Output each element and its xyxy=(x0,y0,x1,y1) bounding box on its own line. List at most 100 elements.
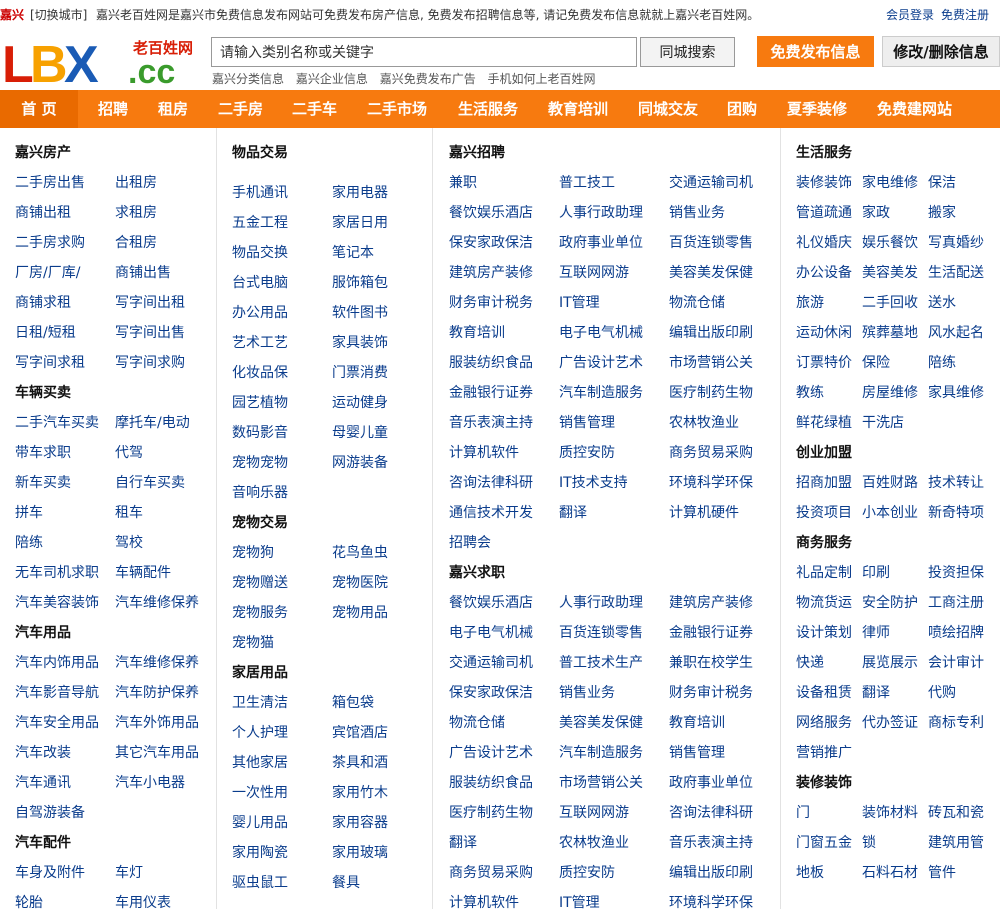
category-link[interactable]: 锁 xyxy=(862,832,876,852)
category-link[interactable]: 广告设计艺术 xyxy=(449,742,533,762)
category-link[interactable]: 网络服务 xyxy=(796,712,852,732)
category-link[interactable]: 带车求职 xyxy=(15,442,71,462)
category-link[interactable]: 运动休闲 xyxy=(796,322,852,342)
category-link[interactable]: 翻译 xyxy=(559,502,587,522)
switch-city-link[interactable]: [切换城市] xyxy=(30,0,87,30)
nav-item[interactable]: 二手房 xyxy=(218,90,263,128)
category-link[interactable]: 保洁 xyxy=(928,172,956,192)
category-link[interactable]: 管件 xyxy=(928,862,956,882)
category-link[interactable]: 母婴儿童 xyxy=(332,422,388,442)
category-link[interactable]: 兼职 xyxy=(449,172,477,192)
category-link[interactable]: 计算机软件 xyxy=(449,442,519,462)
category-link[interactable]: 计算机硬件 xyxy=(669,502,739,522)
category-link[interactable]: 生活配送 xyxy=(928,262,984,282)
category-link[interactable]: 二手房出售 xyxy=(15,172,85,192)
category-link[interactable]: 餐饮娱乐酒店 xyxy=(449,592,533,612)
category-link[interactable]: 金融银行证券 xyxy=(449,382,533,402)
category-link[interactable]: 一次性用 xyxy=(232,782,288,802)
category-link[interactable]: 销售管理 xyxy=(559,412,615,432)
category-link[interactable]: 石料石材 xyxy=(862,862,918,882)
category-link[interactable]: 家电维修 xyxy=(862,172,918,192)
category-link[interactable]: 商务贸易采购 xyxy=(669,442,753,462)
category-link[interactable]: 商标专利 xyxy=(928,712,984,732)
category-link[interactable]: 设备租赁 xyxy=(796,682,852,702)
category-link[interactable]: 教练 xyxy=(796,382,824,402)
category-link[interactable]: 二手汽车买卖 xyxy=(15,412,99,432)
category-link[interactable]: 销售业务 xyxy=(559,682,615,702)
category-link[interactable]: 新车买卖 xyxy=(15,472,71,492)
category-link[interactable]: 管道疏通 xyxy=(796,202,852,222)
category-link[interactable]: IT管理 xyxy=(559,892,600,912)
category-link[interactable]: 人事行政助理 xyxy=(559,592,643,612)
category-link[interactable]: 农林牧渔业 xyxy=(559,832,629,852)
section-heading[interactable]: 嘉兴房产 xyxy=(15,142,71,162)
category-link[interactable]: 箱包袋 xyxy=(332,692,374,712)
category-link[interactable]: 咨询法律科研 xyxy=(449,472,533,492)
category-link[interactable]: 其他家居 xyxy=(232,752,288,772)
nav-item[interactable]: 生活服务 xyxy=(458,90,518,128)
category-link[interactable]: 环境科学环保 xyxy=(669,472,753,492)
category-link[interactable]: 展览展示 xyxy=(862,652,918,672)
category-link[interactable]: 装修装饰 xyxy=(796,172,852,192)
category-link[interactable]: 招商加盟 xyxy=(796,472,852,492)
category-link[interactable]: 家用容器 xyxy=(332,812,388,832)
category-link[interactable]: 金融银行证券 xyxy=(669,622,753,642)
category-link[interactable]: 翻译 xyxy=(449,832,477,852)
category-link[interactable]: 设计策划 xyxy=(796,622,852,642)
category-link[interactable]: 服饰箱包 xyxy=(332,272,388,292)
category-link[interactable]: 汽车小电器 xyxy=(115,772,185,792)
section-heading[interactable]: 车辆买卖 xyxy=(15,382,71,402)
site-logo[interactable]: L B X 老百姓网 .cc xyxy=(2,36,202,94)
category-link[interactable]: 咨询法律科研 xyxy=(669,802,753,822)
nav-item[interactable]: 二手市场 xyxy=(367,90,427,128)
category-link[interactable]: 汽车维修保养 xyxy=(115,652,199,672)
category-link[interactable]: 运动健身 xyxy=(332,392,388,412)
nav-item[interactable]: 二手车 xyxy=(292,90,337,128)
section-heading[interactable]: 家居用品 xyxy=(232,662,288,682)
section-heading[interactable]: 生活服务 xyxy=(796,142,852,162)
category-link[interactable]: 质控安防 xyxy=(559,862,615,882)
category-link[interactable]: 宠物狗 xyxy=(232,542,274,562)
category-link[interactable]: 二手房求购 xyxy=(15,232,85,252)
category-link[interactable]: 宾馆酒店 xyxy=(332,722,388,742)
category-link[interactable]: 保安家政保洁 xyxy=(449,232,533,252)
nav-item[interactable]: 夏季装修 xyxy=(787,90,847,128)
category-link[interactable]: 办公用品 xyxy=(232,302,288,322)
category-link[interactable]: 汽车外饰用品 xyxy=(115,712,199,732)
category-link[interactable]: 互联网网游 xyxy=(559,262,629,282)
category-link[interactable]: 汽车通讯 xyxy=(15,772,71,792)
section-heading[interactable]: 创业加盟 xyxy=(796,442,852,462)
category-link[interactable]: 编辑出版印刷 xyxy=(669,862,753,882)
category-link[interactable]: 礼仪婚庆 xyxy=(796,232,852,252)
sublink-free-ads[interactable]: 嘉兴免费发布广告 xyxy=(380,72,476,86)
category-link[interactable]: 安全防护 xyxy=(862,592,918,612)
sublink-mobile[interactable]: 手机如何上老百姓网 xyxy=(488,72,596,86)
category-link[interactable]: 市场营销公关 xyxy=(559,772,643,792)
category-link[interactable]: 通信技术开发 xyxy=(449,502,533,522)
category-link[interactable]: 园艺植物 xyxy=(232,392,288,412)
category-link[interactable]: 印刷 xyxy=(862,562,890,582)
category-link[interactable]: 其它汽车用品 xyxy=(115,742,199,762)
category-link[interactable]: 物流仓储 xyxy=(669,292,725,312)
nav-item[interactable]: 招聘 xyxy=(98,90,128,128)
category-link[interactable]: 餐具 xyxy=(332,872,360,892)
category-link[interactable]: IT管理 xyxy=(559,292,600,312)
category-link[interactable]: 求租房 xyxy=(115,202,157,222)
category-link[interactable]: 财务审计税务 xyxy=(449,292,533,312)
category-link[interactable]: 风水起名 xyxy=(928,322,984,342)
category-link[interactable]: 汽车制造服务 xyxy=(559,382,643,402)
category-link[interactable]: 车身及附件 xyxy=(15,862,85,882)
category-link[interactable]: 服装纺织食品 xyxy=(449,772,533,792)
category-link[interactable]: 电子电气机械 xyxy=(559,322,643,342)
category-link[interactable]: 汽车内饰用品 xyxy=(15,652,99,672)
category-link[interactable]: 旅游 xyxy=(796,292,824,312)
category-link[interactable]: 车辆配件 xyxy=(115,562,171,582)
category-link[interactable]: 家具装饰 xyxy=(332,332,388,352)
category-link[interactable]: 笔记本 xyxy=(332,242,374,262)
category-link[interactable]: 餐饮娱乐酒店 xyxy=(449,202,533,222)
category-link[interactable]: 网游装备 xyxy=(332,452,388,472)
category-link[interactable]: 代办签证 xyxy=(862,712,918,732)
category-link[interactable]: 自驾游装备 xyxy=(15,802,85,822)
category-link[interactable]: 砖瓦和瓷 xyxy=(928,802,984,822)
register-link[interactable]: 免费注册 xyxy=(941,0,989,30)
